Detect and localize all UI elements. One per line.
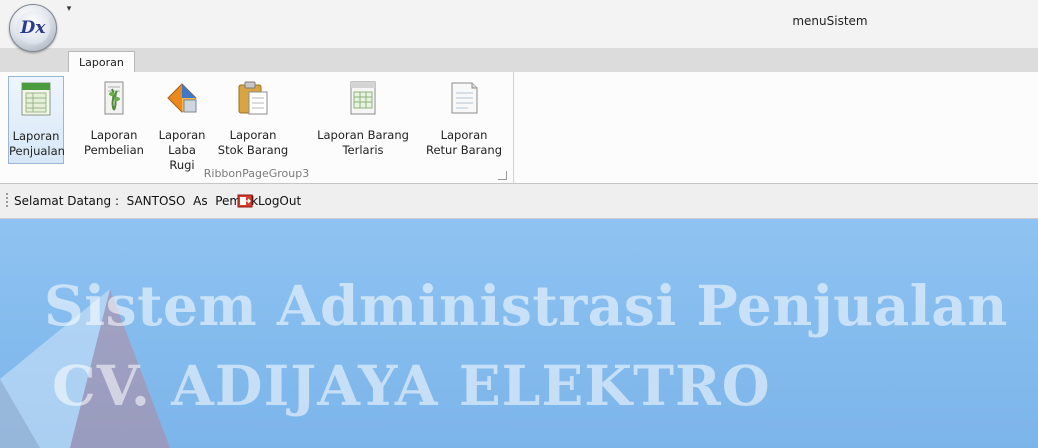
document-plant-icon [104,81,124,115]
logout-label: LogOut [258,194,302,208]
laporan-pembelian-label: Laporan Pembelian [84,128,144,157]
welcome-text: Selamat Datang : SANTOSO As Pemilik [14,194,259,208]
application-menu-button[interactable]: Dx [9,4,57,52]
laporan-barang-terlaris-button[interactable]: Laporan Barang Terlaris [309,76,417,162]
welcome-bar: Selamat Datang : SANTOSO As Pemilik LogO… [0,184,1038,219]
logout-button[interactable]: LogOut [237,192,301,210]
document-page-icon [451,82,478,114]
spreadsheet-icon [350,81,376,115]
laporan-laba-rugi-button[interactable]: Laporan Laba Rugi [155,76,209,172]
logout-icon [237,194,253,208]
ribbon-panel: Laporan Penjualan Laporan Pembelian Lapo… [0,72,1038,184]
group-dialog-launcher-icon[interactable] [498,171,507,180]
quick-access-dropdown-icon[interactable]: ▾ [62,2,76,16]
laporan-stok-barang-button[interactable]: Laporan Stok Barang [217,76,289,162]
app-logo-icon: Dx [16,11,50,45]
toolbar-grip-icon[interactable] [6,193,8,209]
laporan-penjualan-label: Laporan Penjualan [9,129,65,158]
ribbon-tab-strip: Laporan [0,48,1038,73]
laporan-barang-terlaris-label: Laporan Barang Terlaris [317,128,409,157]
ribbon-page-group: Laporan Penjualan Laporan Pembelian Lapo… [0,72,514,183]
title-bar: Dx ▾ menuSistem [0,0,1038,52]
laporan-retur-barang-button[interactable]: Laporan Retur Barang [418,76,510,162]
laporan-retur-barang-label: Laporan Retur Barang [425,128,503,157]
laporan-penjualan-button[interactable]: Laporan Penjualan [8,76,65,164]
tab-laporan[interactable]: Laporan [68,51,135,73]
laporan-stok-barang-label: Laporan Stok Barang [217,128,289,157]
ribbon-group-caption: RibbonPageGroup3 [203,167,310,180]
company-name: CV. ADIJAYA ELEKTRO [52,353,771,418]
app-heading: Sistem Administrasi Penjualan [44,273,1008,338]
window-title: menuSistem [792,14,868,28]
clipboard-icon [238,81,268,115]
report-sheet-icon [21,82,51,116]
pie-chart-icon [167,83,197,113]
laporan-pembelian-button[interactable]: Laporan Pembelian [84,76,144,162]
main-workspace: Sistem Administrasi Penjualan CV. ADIJAY… [0,219,1038,448]
